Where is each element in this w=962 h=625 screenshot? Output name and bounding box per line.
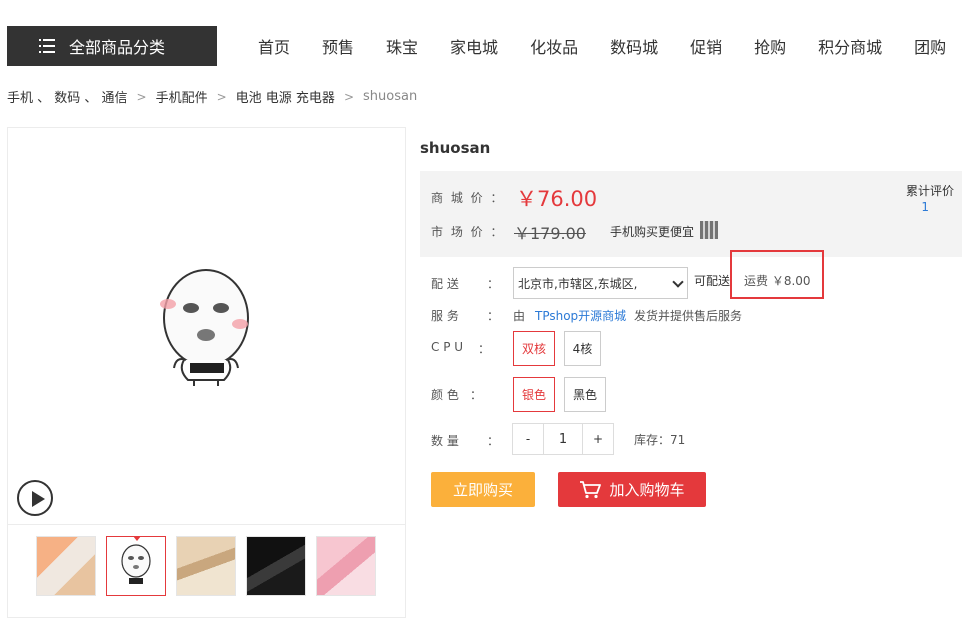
nav-item-flash-sale[interactable]: 抢购 xyxy=(754,34,786,58)
breadcrumb-current: shuosan xyxy=(363,89,418,104)
nav-item-cosmetics[interactable]: 化妆品 xyxy=(530,34,578,58)
list-menu-icon xyxy=(39,39,55,53)
colon: ： xyxy=(470,388,483,402)
colon: ： xyxy=(487,434,500,448)
color-option-silver[interactable]: 银色 xyxy=(513,377,555,412)
chevron-right-icon: > xyxy=(216,89,227,104)
nav-item-promotion[interactable]: 促销 xyxy=(690,34,722,58)
thumbnail-3[interactable] xyxy=(176,536,236,596)
address-value: 北京市,市辖区,东城区, xyxy=(518,277,638,291)
color-label: 颜 色 xyxy=(431,388,459,402)
delivery-label: 配 送 xyxy=(431,277,459,291)
review-label: 累计评价 xyxy=(905,184,954,198)
thumbnail-strip xyxy=(36,536,376,596)
chevron-down-icon xyxy=(672,276,684,288)
quantity-label: 数 量 xyxy=(431,434,459,448)
quantity-increase-button[interactable]: + xyxy=(582,423,614,455)
market-price-label: 市 场 价 ： xyxy=(431,225,505,239)
delivery-status: 可配送 xyxy=(694,274,731,288)
market-price: ￥179.00 xyxy=(514,224,586,243)
thumbnail-1[interactable] xyxy=(36,536,96,596)
category-button-label: 全部商品分类 xyxy=(69,38,166,57)
breadcrumb-level2[interactable]: 手机配件 xyxy=(156,87,208,106)
nav-item-appliances[interactable]: 家电城 xyxy=(450,34,498,58)
nav-item-presale[interactable]: 预售 xyxy=(322,34,354,58)
shop-price: ￥76.00 xyxy=(516,187,598,211)
main-product-image[interactable] xyxy=(8,128,405,525)
nav-item-home[interactable]: 首页 xyxy=(258,34,290,58)
quantity-decrease-button[interactable]: - xyxy=(512,423,544,455)
thumbnail-5[interactable] xyxy=(316,536,376,596)
buy-now-button[interactable]: 立即购买 xyxy=(431,472,535,507)
nav-item-group-buy[interactable]: 团购 xyxy=(914,34,946,58)
breadcrumb: 手机 、 数码 、 通信 > 手机配件 > 电池 电源 充电器 > shuosa… xyxy=(7,87,417,106)
freight-fee: 运费 ￥8.00 xyxy=(730,250,824,299)
price-box: 商 城 价 ： ￥76.00 市 场 价 ： ￥179.00 手机购买更便宜 累… xyxy=(420,171,962,257)
play-video-icon[interactable] xyxy=(17,480,53,516)
shop-link[interactable]: TPshop开源商城 xyxy=(535,307,626,324)
product-title: shuosan xyxy=(420,139,491,157)
service-description: 发货并提供售后服务 xyxy=(634,309,743,323)
nav-item-digital[interactable]: 数码城 xyxy=(610,34,658,58)
all-categories-button[interactable]: 全部商品分类 xyxy=(7,26,217,66)
stock-count: 库存：71 xyxy=(634,433,686,447)
product-gallery xyxy=(7,127,406,618)
colon: ： xyxy=(478,342,491,356)
qr-code-icon[interactable] xyxy=(700,221,718,239)
quantity-input[interactable]: 1 xyxy=(543,423,583,455)
address-select[interactable]: 北京市,市辖区,东城区, xyxy=(513,267,688,299)
add-to-cart-button[interactable]: 加入购物车 xyxy=(558,472,706,507)
nav-item-points-mall[interactable]: 积分商城 xyxy=(818,34,882,58)
cpu-option-quad-core[interactable]: 4核 xyxy=(564,331,601,366)
breadcrumb-level1[interactable]: 手机 、 数码 、 通信 xyxy=(7,87,128,106)
cart-icon xyxy=(580,480,602,498)
mobile-cheaper-text: 手机购买更便宜 xyxy=(610,225,695,239)
nav-item-jewelry[interactable]: 珠宝 xyxy=(386,34,418,58)
thumbnail-2[interactable] xyxy=(106,536,166,596)
cpu-option-dual-core[interactable]: 双核 xyxy=(513,331,555,366)
color-option-black[interactable]: 黑色 xyxy=(564,377,606,412)
breadcrumb-level3[interactable]: 电池 电源 充电器 xyxy=(236,87,335,106)
review-count-link[interactable]: 1 xyxy=(921,200,929,214)
thumbnail-4[interactable] xyxy=(246,536,306,596)
shop-price-label: 商 城 价 ： xyxy=(431,191,505,205)
chevron-right-icon: > xyxy=(136,89,147,104)
colon: ： xyxy=(487,309,500,323)
add-to-cart-label: 加入购物车 xyxy=(609,481,685,499)
main-nav: 首页 预售 珠宝 家电城 化妆品 数码城 促销 抢购 积分商城 团购 xyxy=(258,34,962,58)
chevron-right-icon: > xyxy=(343,89,354,104)
cpu-label: C P U xyxy=(431,340,464,354)
service-label: 服 务 xyxy=(431,309,459,323)
service-by: 由 xyxy=(513,309,526,323)
colon: ： xyxy=(487,277,500,291)
